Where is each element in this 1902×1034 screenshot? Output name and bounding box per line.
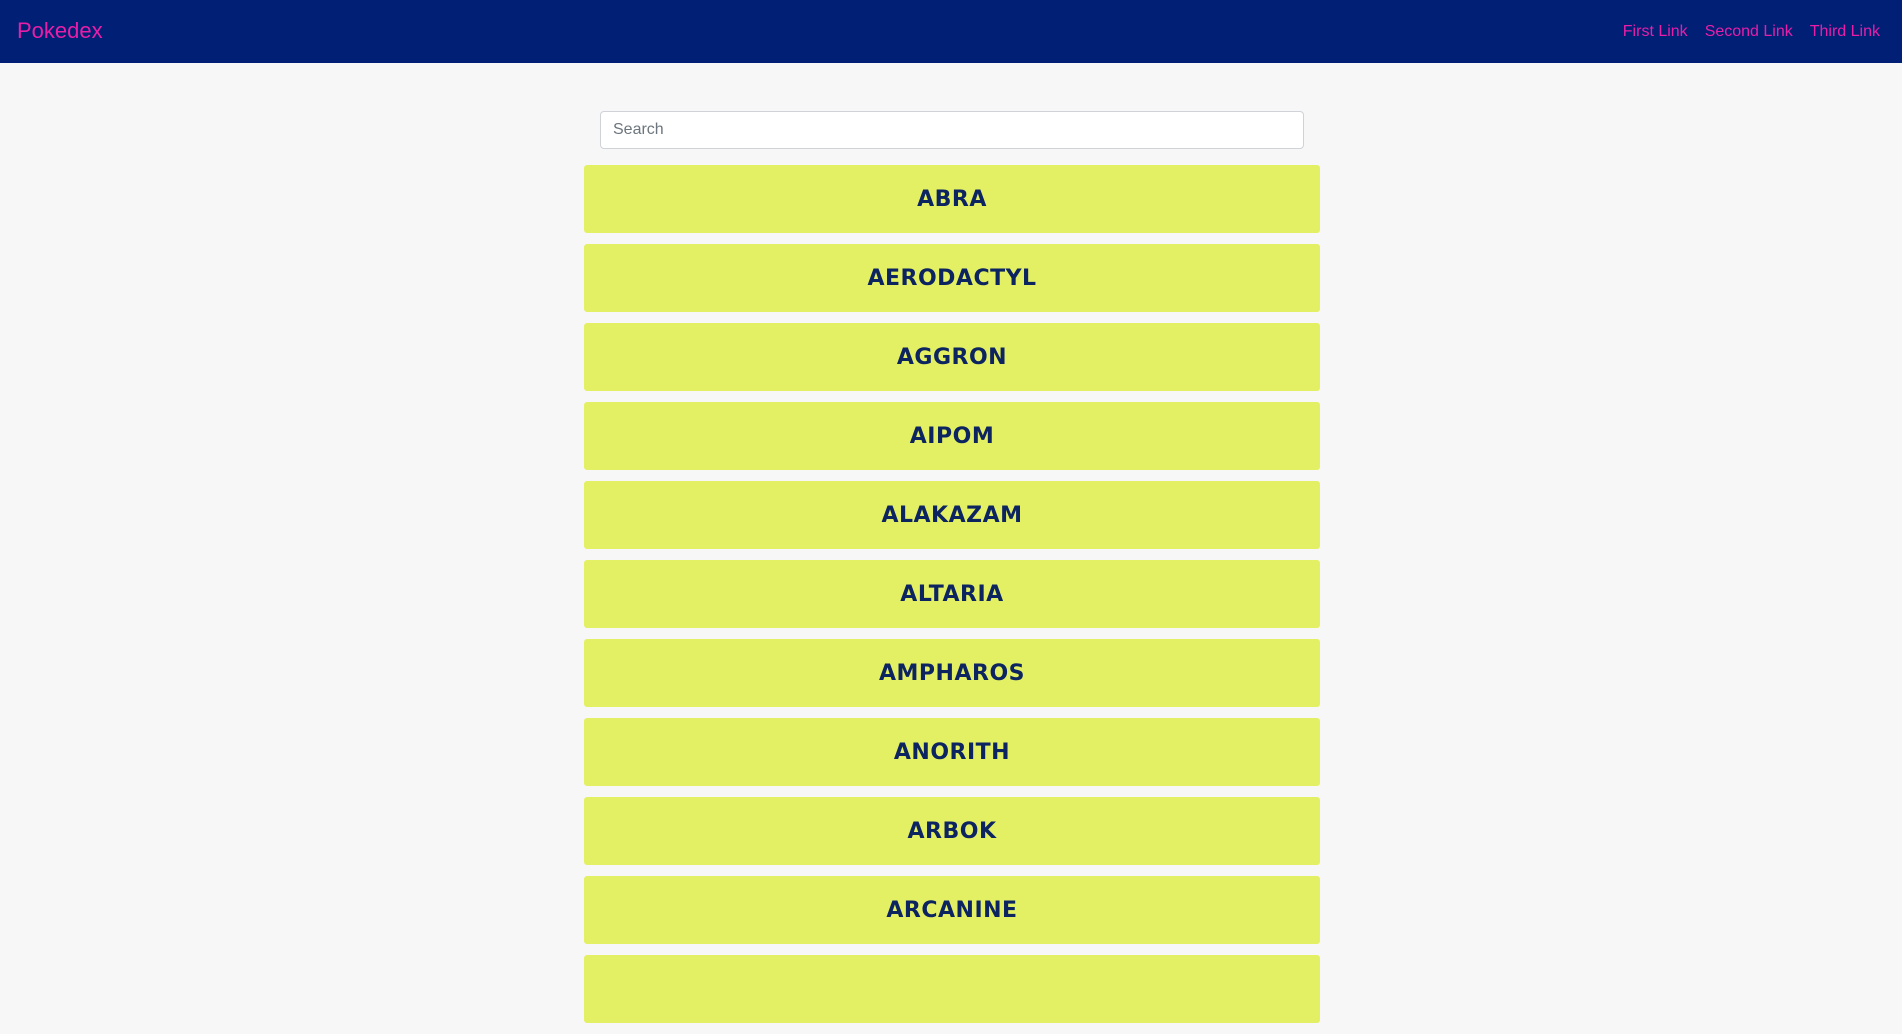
pokemon-card-aggron[interactable]: AGGRON <box>584 323 1320 391</box>
pokemon-card-arbok[interactable]: ARBOK <box>584 797 1320 865</box>
pokemon-name: ABRA <box>917 186 987 212</box>
pokemon-name: ALAKAZAM <box>881 502 1023 528</box>
pokemon-card-abra[interactable]: ABRA <box>584 165 1320 233</box>
pokemon-name: AMPHAROS <box>879 660 1025 686</box>
pokemon-card-partial[interactable] <box>584 955 1320 1023</box>
pokemon-list: ABRA AERODACTYL AGGRON AIPOM ALAKAZAM AL… <box>584 165 1320 1034</box>
pokemon-card-arcanine[interactable]: ARCANINE <box>584 876 1320 944</box>
nav-links: First Link Second Link Third Link <box>1623 22 1880 42</box>
pokemon-card-altaria[interactable]: ALTARIA <box>584 560 1320 628</box>
brand-link[interactable]: Pokedex <box>17 18 103 44</box>
pokemon-card-alakazam[interactable]: ALAKAZAM <box>584 481 1320 549</box>
nav-link-first[interactable]: First Link <box>1623 22 1688 42</box>
pokemon-card-aipom[interactable]: AIPOM <box>584 402 1320 470</box>
pokemon-card-ampharos[interactable]: AMPHAROS <box>584 639 1320 707</box>
pokemon-name: ALTARIA <box>900 581 1004 607</box>
pokemon-name: ANORITH <box>893 739 1011 765</box>
pokemon-name: AIPOM <box>909 423 995 449</box>
search-input[interactable] <box>600 111 1304 149</box>
nav-link-second[interactable]: Second Link <box>1705 22 1793 42</box>
pokemon-name: ARCANINE <box>886 897 1018 923</box>
nav-link-third[interactable]: Third Link <box>1810 22 1880 42</box>
pokemon-card-anorith[interactable]: ANORITH <box>584 718 1320 786</box>
top-navbar: Pokedex First Link Second Link Third Lin… <box>0 0 1902 63</box>
pokemon-card-aerodactyl[interactable]: AERODACTYL <box>584 244 1320 312</box>
pokemon-name: AGGRON <box>896 344 1008 370</box>
pokemon-name: ARBOK <box>907 818 997 844</box>
pokemon-name: AERODACTYL <box>867 265 1037 291</box>
